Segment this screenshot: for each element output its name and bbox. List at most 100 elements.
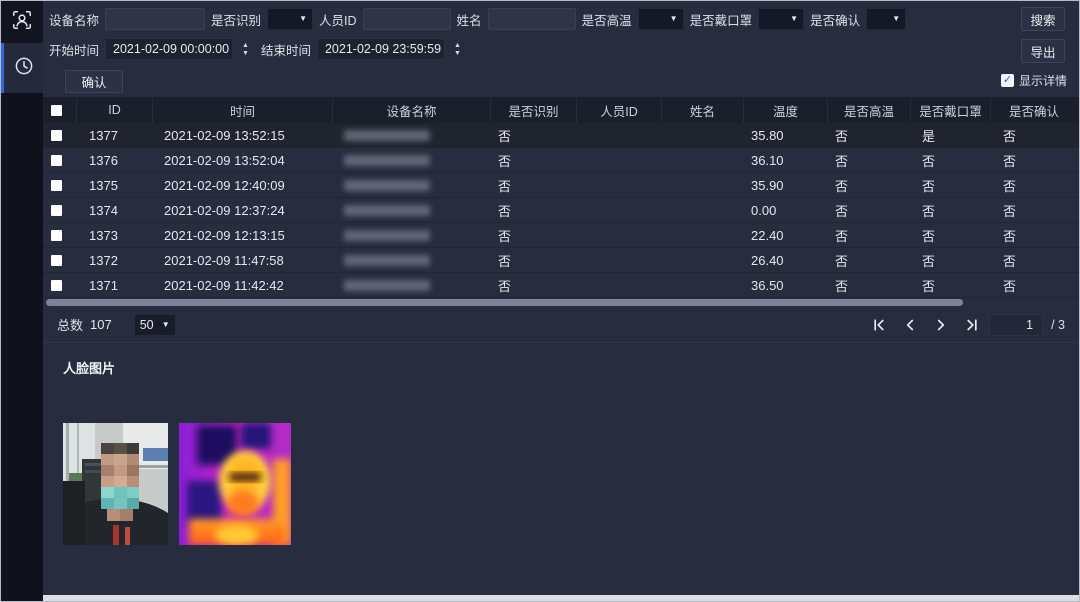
cell-mask: 否	[910, 173, 990, 197]
column-header-mask[interactable]: 是否戴口罩	[910, 97, 990, 123]
cell-id: 1371	[76, 273, 152, 297]
page-size-select[interactable]: 50 ▼	[134, 314, 176, 336]
device-name-input[interactable]	[105, 8, 205, 30]
row-checkbox[interactable]	[51, 280, 62, 291]
cell-high-temp: 否	[827, 198, 910, 222]
table-row[interactable]: 13712021-02-09 11:42:42否36.50否否否	[43, 273, 1079, 298]
table-row[interactable]: 13752021-02-09 12:40:09否35.90否否否	[43, 173, 1079, 198]
cell-device	[332, 273, 490, 297]
arrow-down-icon: ▼	[454, 50, 461, 57]
start-time-input[interactable]: 2021-02-09 00:00:00	[105, 38, 233, 60]
total-count: 107	[90, 317, 112, 332]
row-checkbox[interactable]	[51, 130, 62, 141]
cell-device	[332, 223, 490, 247]
cell-time: 2021-02-09 13:52:15	[152, 123, 332, 147]
name-input[interactable]	[488, 8, 576, 30]
cell-person-id	[576, 273, 661, 297]
cell-person-id	[576, 148, 661, 172]
column-header-temperature[interactable]: 温度	[743, 97, 827, 123]
column-header-person-id[interactable]: 人员ID	[576, 97, 661, 123]
table-row[interactable]: 13772021-02-09 13:52:15否35.80否是否	[43, 123, 1079, 148]
cell-name	[661, 248, 743, 272]
column-header-device[interactable]: 设备名称	[332, 97, 490, 123]
chevron-down-icon: ▼	[670, 15, 678, 23]
export-button[interactable]: 导出	[1021, 39, 1065, 63]
cell-device	[332, 148, 490, 172]
visible-light-face-photo[interactable]	[63, 423, 168, 550]
end-time-stepper[interactable]: ▲▼	[454, 42, 461, 57]
cell-high-temp: 否	[827, 173, 910, 197]
cell-temp: 36.50	[743, 273, 827, 297]
thermal-face-photo[interactable]	[179, 423, 291, 550]
table-body: 13772021-02-09 13:52:15否35.80否是否13762021…	[43, 123, 1079, 298]
chevron-down-icon: ▼	[790, 15, 798, 23]
column-header-time[interactable]: 时间	[152, 97, 332, 123]
column-header-id[interactable]: ID	[76, 97, 152, 123]
confirm-button[interactable]: 确认	[65, 70, 123, 93]
app-window: 设备名称 是否识别 ▼ 人员ID 姓名 是否高温 ▼ 是否戴口罩 ▼ 是否确认 …	[0, 0, 1080, 602]
arrow-up-icon: ▲	[454, 42, 461, 49]
cell-high-temp: 否	[827, 273, 910, 297]
first-page-button[interactable]	[872, 318, 886, 332]
cell-time: 2021-02-09 13:52:04	[152, 148, 332, 172]
chevron-down-icon: ▼	[892, 15, 900, 23]
row-checkbox[interactable]	[51, 255, 62, 266]
start-time-stepper[interactable]: ▲▼	[242, 42, 249, 57]
cell-confirmed: 否	[990, 248, 1077, 272]
recognized-label: 是否识别	[211, 10, 261, 29]
cell-recognized: 否	[490, 273, 576, 297]
checked-checkbox-icon[interactable]: ✓	[1001, 74, 1014, 87]
page-total: / 3	[1051, 318, 1065, 332]
chevron-down-icon: ▼	[299, 15, 307, 23]
cell-device	[332, 198, 490, 222]
column-header-high-temp[interactable]: 是否高温	[827, 97, 910, 123]
show-details-label: 显示详情	[1019, 72, 1067, 89]
horizontal-scrollbar-thumb[interactable]	[46, 299, 963, 306]
cell-temp: 22.40	[743, 223, 827, 247]
row-checkbox[interactable]	[51, 230, 62, 241]
cell-confirmed: 否	[990, 198, 1077, 222]
column-header-confirmed[interactable]: 是否确认	[990, 97, 1077, 123]
cell-mask: 否	[910, 273, 990, 297]
cell-recognized: 否	[490, 123, 576, 147]
arrow-up-icon: ▲	[242, 42, 249, 49]
table-row[interactable]: 13722021-02-09 11:47:58否26.40否否否	[43, 248, 1079, 273]
main-panel: 设备名称 是否识别 ▼ 人员ID 姓名 是否高温 ▼ 是否戴口罩 ▼ 是否确认 …	[43, 1, 1079, 601]
cell-mask: 是	[910, 123, 990, 147]
cell-person-id	[576, 223, 661, 247]
cell-id: 1375	[76, 173, 152, 197]
end-time-input[interactable]: 2021-02-09 23:59:59	[317, 38, 445, 60]
next-page-button[interactable]	[934, 318, 948, 332]
cell-device	[332, 123, 490, 147]
last-page-button[interactable]	[965, 318, 979, 332]
row-checkbox[interactable]	[51, 205, 62, 216]
cell-high-temp: 否	[827, 223, 910, 247]
mask-select[interactable]: ▼	[758, 8, 804, 30]
device-name-redacted	[344, 205, 430, 216]
page-number-input[interactable]: 1	[989, 314, 1043, 336]
high-temp-select[interactable]: ▼	[638, 8, 684, 30]
cell-id: 1374	[76, 198, 152, 222]
cell-high-temp: 否	[827, 123, 910, 147]
prev-page-button[interactable]	[903, 318, 917, 332]
sidebar-item-history[interactable]	[1, 43, 43, 93]
last-page-icon	[965, 318, 979, 332]
column-header-name[interactable]: 姓名	[661, 97, 743, 123]
person-id-input[interactable]	[363, 8, 451, 30]
show-details-toggle[interactable]: ✓ 显示详情	[1001, 72, 1067, 89]
device-name-redacted	[344, 180, 430, 191]
column-header-recognized[interactable]: 是否识别	[490, 97, 576, 123]
recognized-select[interactable]: ▼	[267, 8, 313, 30]
search-button[interactable]: 搜索	[1021, 7, 1065, 31]
cell-recognized: 否	[490, 223, 576, 247]
cell-name	[661, 148, 743, 172]
confirmed-select[interactable]: ▼	[866, 8, 906, 30]
select-all-checkbox[interactable]	[51, 105, 62, 116]
face-recognition-icon	[11, 9, 33, 36]
row-checkbox[interactable]	[51, 180, 62, 191]
table-row[interactable]: 13732021-02-09 12:13:15否22.40否否否	[43, 223, 1079, 248]
sidebar-item-face-recognition[interactable]	[1, 1, 43, 43]
table-row[interactable]: 13762021-02-09 13:52:04否36.10否否否	[43, 148, 1079, 173]
row-checkbox[interactable]	[51, 155, 62, 166]
table-row[interactable]: 13742021-02-09 12:37:24否0.00否否否	[43, 198, 1079, 223]
